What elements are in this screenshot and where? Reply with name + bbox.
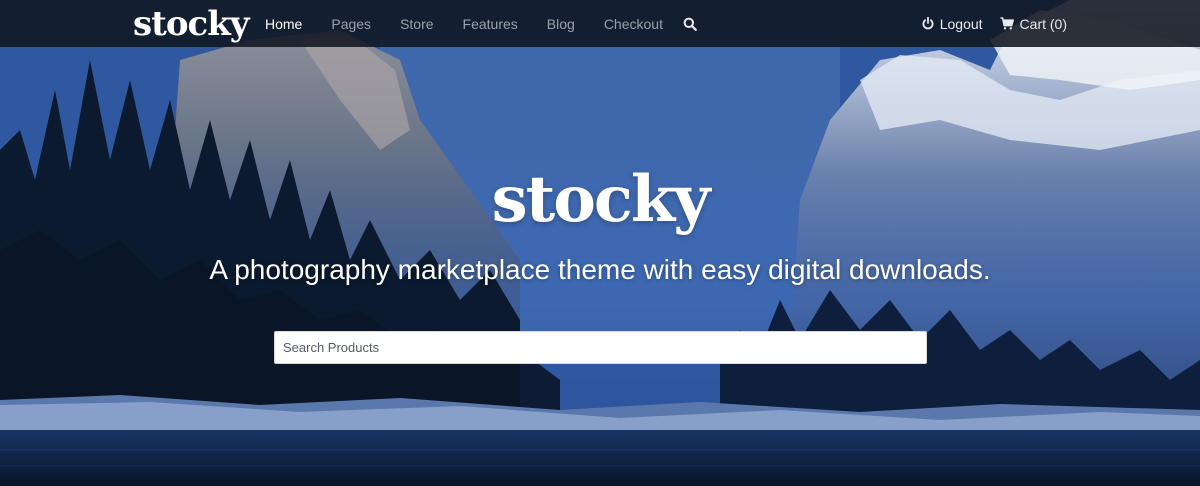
logout-label: Logout (939, 15, 983, 32)
logout-link[interactable]: Logout (922, 16, 983, 32)
product-search-box (274, 331, 927, 364)
nav-link-pages[interactable]: Pages (331, 16, 371, 32)
hero-section (0, 0, 1200, 486)
nav-link-home[interactable]: Home (265, 16, 302, 32)
hero-logo: stocky (491, 162, 711, 237)
primary-nav: Home Pages Store Features Blog Checkout (265, 0, 697, 47)
search-icon[interactable] (683, 17, 697, 31)
top-navbar: stocky Home Pages Store Features Blog Ch… (0, 0, 1200, 47)
account-nav: Logout Cart (0) (922, 0, 1067, 47)
brand-logo[interactable]: stocky (133, 0, 250, 47)
nav-link-store[interactable]: Store (400, 16, 433, 32)
cart-icon (1000, 17, 1014, 30)
hero-background-image (0, 0, 1200, 486)
power-icon (922, 17, 934, 30)
hero-tagline: A photography marketplace theme with eas… (209, 254, 991, 285)
cart-link[interactable]: Cart (0) (1000, 16, 1067, 32)
nav-link-blog[interactable]: Blog (547, 16, 575, 32)
nav-link-features[interactable]: Features (463, 16, 518, 32)
cart-label: Cart (0) (1019, 15, 1067, 32)
search-products-input[interactable] (275, 332, 926, 363)
nav-link-checkout[interactable]: Checkout (604, 16, 663, 32)
